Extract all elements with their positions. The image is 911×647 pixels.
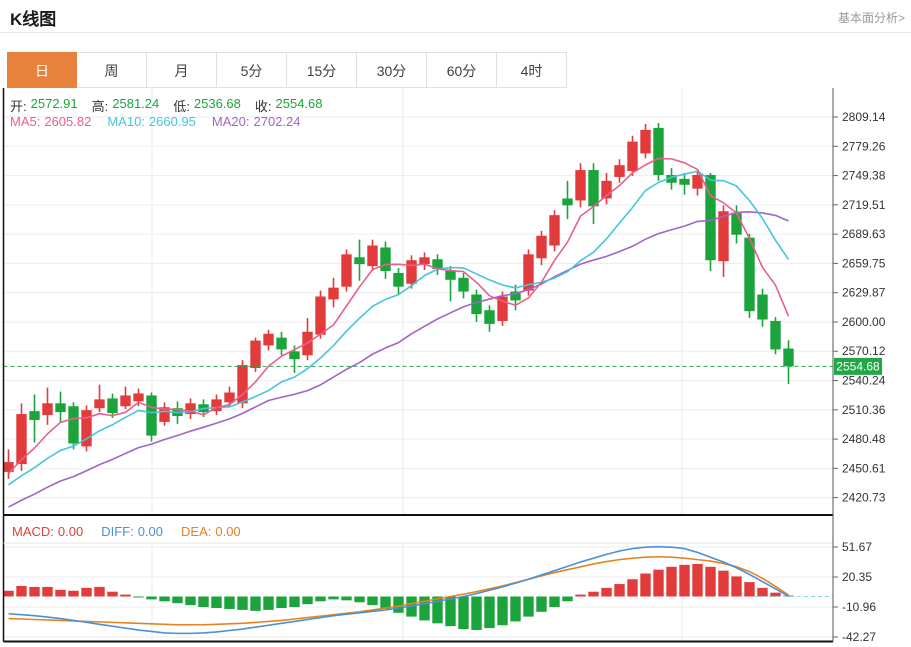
current-price-badge: 2554.68	[834, 358, 882, 375]
page-title: K线图	[10, 5, 56, 30]
tab-period-月[interactable]: 月	[147, 52, 217, 88]
axis-tick-label: 2809.14	[842, 110, 886, 124]
axis-tick-label: 2779.26	[842, 139, 886, 153]
high-label: 高:	[92, 96, 109, 115]
tab-period-5分[interactable]: 5分	[217, 52, 287, 88]
open-value: 2572.91	[31, 96, 78, 115]
low-value: 2536.68	[194, 96, 241, 115]
axis-tick-label: 2420.73	[842, 491, 886, 505]
high-value: 2581.24	[112, 96, 159, 115]
macd-value: 0.00	[58, 524, 83, 539]
macd-label: MACD:	[12, 524, 54, 539]
axis-tick-label: 2600.00	[842, 315, 886, 329]
tab-period-日[interactable]: 日	[7, 52, 77, 88]
header-divider	[0, 32, 911, 33]
low-label: 低:	[173, 96, 190, 115]
y-axis-labels: 2809.14 2779.26 2749.38 2719.51 2689.63 2659.…	[833, 110, 886, 644]
tab-period-4时[interactable]: 4时	[497, 52, 567, 88]
axis-tick-label: -42.27	[842, 630, 876, 644]
grid-layer	[4, 88, 834, 642]
current-price-badge-text: 2554.68	[836, 359, 880, 373]
period-tabs: 日周月5分15分30分60分4时	[7, 52, 567, 88]
macd-readout: MACD: 0.00 DIFF: 0.00 DEA: 0.00	[12, 524, 241, 539]
axis-tick-label: 2540.24	[842, 374, 886, 388]
axis-tick-label: 2629.87	[842, 286, 886, 300]
dea-line	[9, 557, 789, 625]
axis-tick-label: -10.96	[842, 600, 876, 614]
axis-tick-label: 2689.63	[842, 227, 886, 241]
dea-label: DEA:	[181, 524, 211, 539]
ma-lines	[9, 158, 789, 507]
ma20-value: 2702.24	[254, 114, 301, 129]
dea-value: 0.00	[215, 524, 240, 539]
axis-tick-label: 20.35	[842, 570, 872, 584]
ma5-line	[9, 158, 789, 473]
tab-period-30分[interactable]: 30分	[357, 52, 427, 88]
fundamental-analysis-link[interactable]: 基本面分析>	[838, 9, 905, 26]
macd-lines	[9, 547, 834, 634]
close-value: 2554.68	[276, 96, 323, 115]
tab-period-周[interactable]: 周	[77, 52, 147, 88]
axes-frame	[4, 88, 834, 642]
axis-tick-label: 2659.75	[842, 256, 886, 270]
ma-readout: MA5: 2605.82 MA10: 2660.95 MA20: 2702.24	[10, 114, 301, 129]
ma10-label: MA10:	[107, 114, 145, 129]
diff-line	[9, 547, 789, 634]
ma20-label: MA20:	[212, 114, 250, 129]
axis-tick-label: 2719.51	[842, 198, 886, 212]
diff-label: DIFF:	[101, 524, 134, 539]
ma20-line	[9, 212, 789, 507]
ma10-value: 2660.95	[149, 114, 196, 129]
candlestick-layer	[3, 123, 793, 479]
ma5-label: MA5:	[10, 114, 40, 129]
tab-period-60分[interactable]: 60分	[427, 52, 497, 88]
ma10-line	[9, 171, 789, 485]
axis-tick-label: 2450.61	[842, 461, 886, 475]
axis-tick-label: 2749.38	[842, 169, 886, 183]
diff-value: 0.00	[138, 524, 163, 539]
axis-tick-label: 51.67	[842, 540, 872, 554]
axis-tick-label: 2570.12	[842, 344, 886, 358]
axis-tick-label: 2480.48	[842, 432, 886, 446]
close-label: 收:	[255, 96, 272, 115]
ma5-value: 2605.82	[44, 114, 91, 129]
open-label: 开:	[10, 96, 27, 115]
axis-tick-label: 2510.36	[842, 403, 886, 417]
macd-histogram	[3, 564, 793, 630]
tab-period-15分[interactable]: 15分	[287, 52, 357, 88]
ohlc-readout: 开:2572.91 高:2581.24 低:2536.68 收:2554.68	[10, 96, 323, 115]
